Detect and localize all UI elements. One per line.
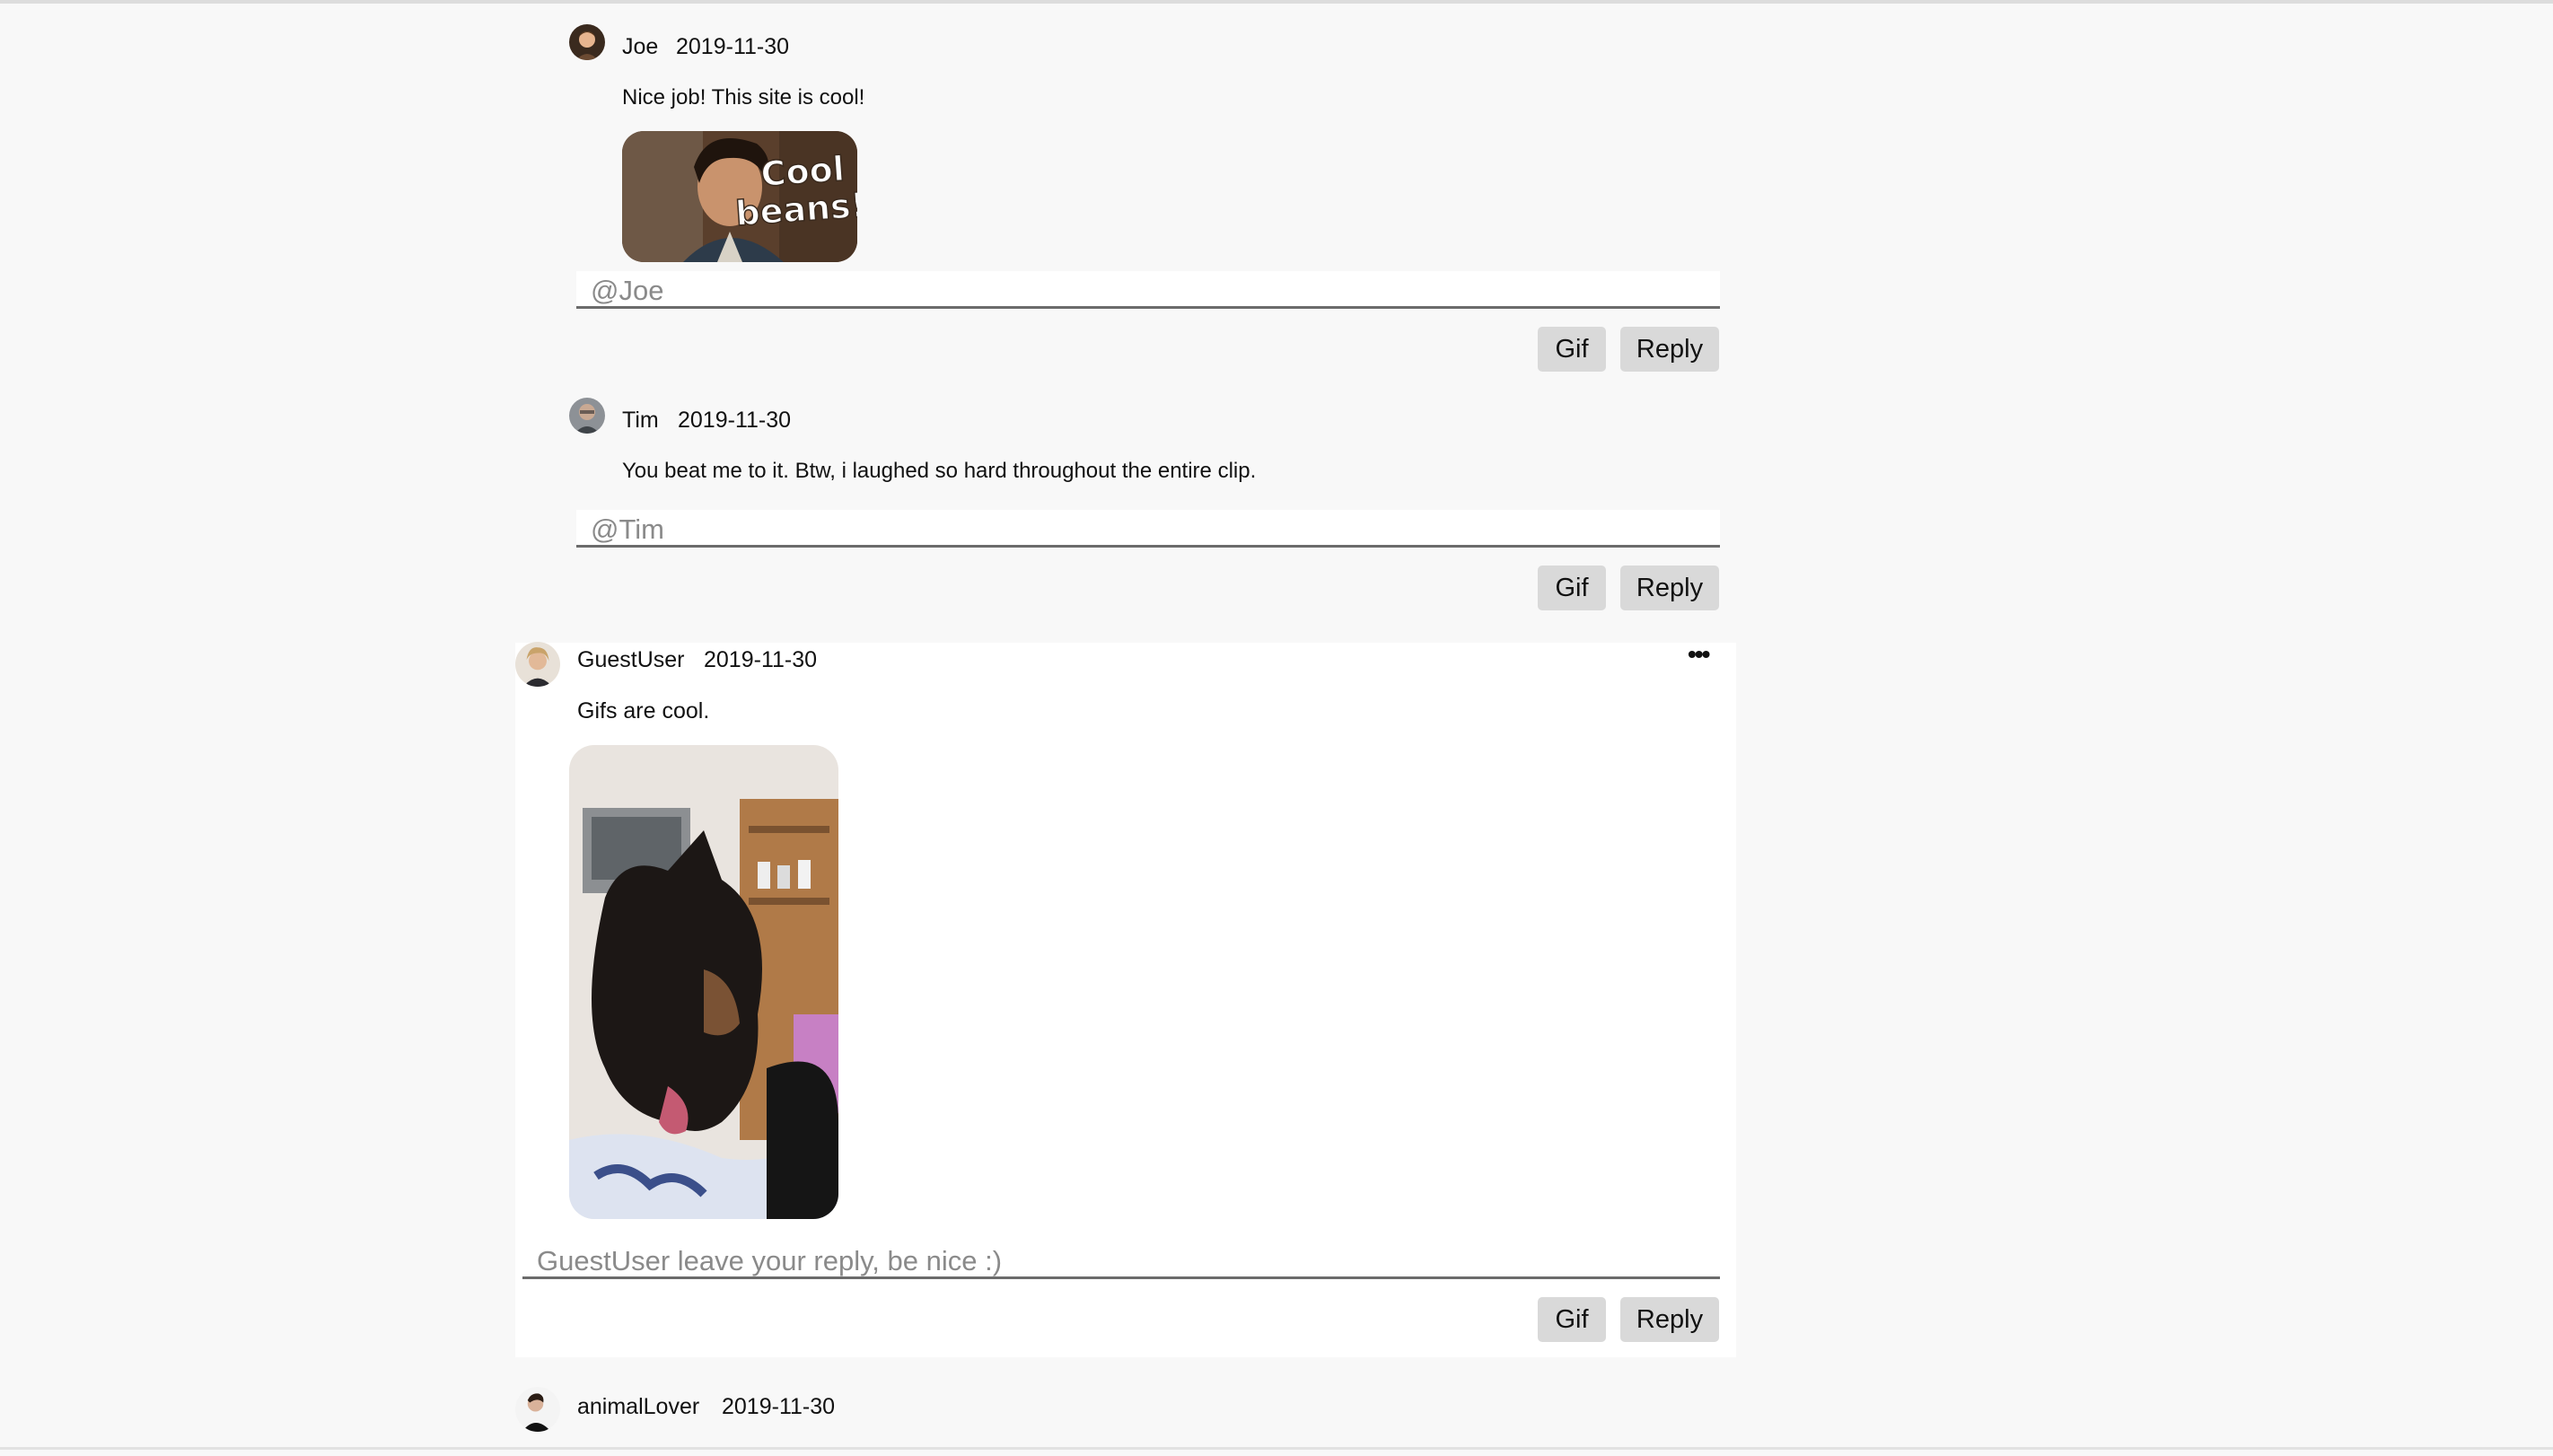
svg-text:beans!: beans! [734, 185, 857, 233]
bottom-divider [0, 1447, 2553, 1450]
gif-button[interactable]: Gif [1538, 566, 1606, 610]
reply-input[interactable] [576, 510, 1720, 548]
top-divider [0, 0, 2553, 4]
comment-text: Nice job! This site is cool! [622, 85, 865, 110]
avatar-tim [569, 398, 605, 434]
avatar-joe [569, 24, 605, 60]
gif-image: Cool beans! [622, 131, 857, 262]
gif-image [569, 745, 838, 1219]
comment-text: You beat me to it. Btw, i laughed so har… [622, 459, 1257, 483]
comment-author[interactable]: GuestUser [577, 646, 684, 673]
avatar-animallover [515, 1387, 560, 1432]
avatar-guestuser [515, 642, 560, 687]
comment-date: 2019-11-30 [704, 647, 818, 672]
gif-button[interactable]: Gif [1538, 1297, 1606, 1342]
comment-text: Gifs are cool. [577, 698, 710, 724]
reply-input[interactable] [522, 1241, 1720, 1279]
comment-date: 2019-11-30 [676, 34, 790, 59]
reply-button[interactable]: Reply [1620, 566, 1719, 610]
gif-button[interactable]: Gif [1538, 327, 1606, 372]
comment-author[interactable]: Tim [622, 407, 659, 434]
comment-date: 2019-11-30 [678, 408, 792, 433]
comment-author[interactable]: Joe [622, 33, 658, 60]
comment-date: 2019-11-30 [722, 1394, 836, 1419]
reply-button[interactable]: Reply [1620, 327, 1719, 372]
reply-input[interactable] [576, 271, 1720, 309]
comment-author[interactable]: animalLover [577, 1393, 699, 1420]
reply-button[interactable]: Reply [1620, 1297, 1719, 1342]
more-options-icon[interactable]: ••• [1688, 642, 1710, 667]
